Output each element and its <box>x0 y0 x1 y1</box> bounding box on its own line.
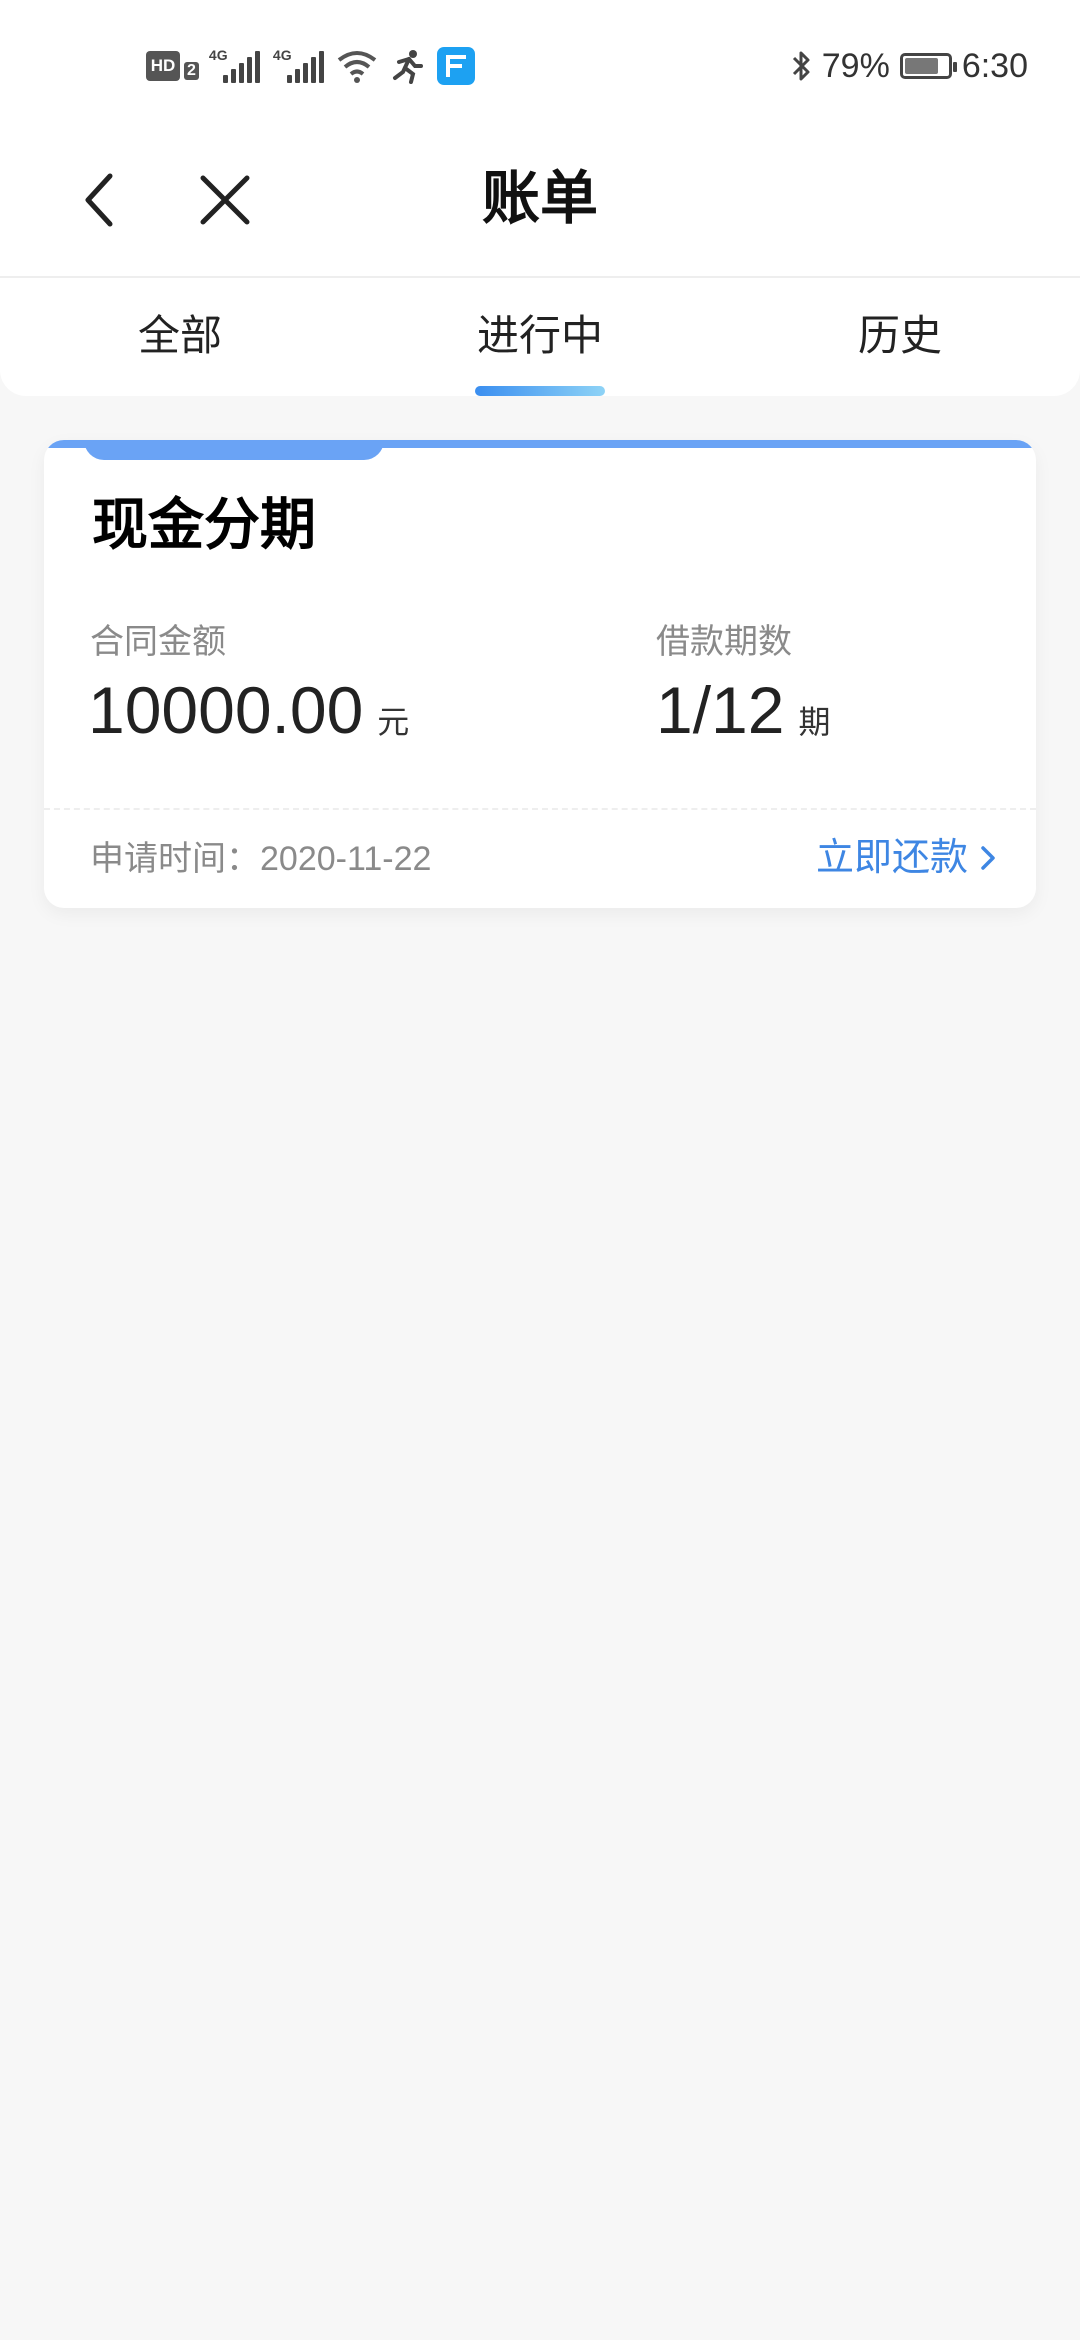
repay-now-button[interactable]: 立即还款 <box>816 832 998 884</box>
tab-all[interactable]: 全部 <box>80 306 280 366</box>
loan-term-value: 1/12 期 <box>656 670 830 762</box>
signal-icon: 4G <box>272 47 327 83</box>
bill-card[interactable]: 现金分期 合同金额 10000.00 元 借款期数 1/12 期 申请时间：2020… <box>44 440 1036 908</box>
status-right-group: 79% 6:30 <box>790 44 1028 88</box>
bluetooth-icon <box>792 51 810 81</box>
tab-in-progress[interactable]: 进行中 <box>440 306 640 366</box>
network-type-label: 4G <box>208 47 228 63</box>
signal-icon: 4G <box>208 47 263 83</box>
card-divider <box>44 808 1036 810</box>
repay-now-label: 立即还款 <box>815 837 968 879</box>
battery-level <box>904 58 938 74</box>
card-accent-tab <box>84 440 384 460</box>
hd-sub-label: 2 <box>184 62 199 80</box>
running-icon <box>392 50 423 84</box>
apply-date: 申请时间：2020-11-22 <box>90 840 432 878</box>
loan-term-label: 借款期数 <box>656 623 792 661</box>
tab-history[interactable]: 历史 <box>800 306 1000 366</box>
amount-number: 10000.00 <box>88 673 364 747</box>
status-bar: HD 2 4G 4G 79% 6:30 <box>0 0 1080 132</box>
wifi-icon <box>337 51 377 83</box>
page-title: 账单 <box>481 166 598 231</box>
battery-percent: 79% <box>821 46 890 85</box>
term-unit: 期 <box>798 704 831 740</box>
app-header: 账单 <box>0 132 1080 278</box>
contract-amount-value: 10000.00 元 <box>88 670 409 762</box>
amount-unit: 元 <box>377 704 410 740</box>
chevron-right-icon <box>981 846 995 870</box>
hd-icon: HD <box>146 51 180 81</box>
active-tab-indicator <box>475 386 605 396</box>
app-notification-icon <box>436 47 475 85</box>
card-title: 现金分期 <box>92 493 316 556</box>
term-number: 1/12 <box>656 673 785 747</box>
network-type-label: 4G <box>272 47 292 63</box>
tab-bar: 全部 进行中 历史 <box>0 278 1080 396</box>
contract-amount-label: 合同金额 <box>90 623 226 661</box>
clock: 6:30 <box>961 46 1028 85</box>
status-left-group: HD 2 4G 4G <box>146 46 475 86</box>
battery-icon <box>899 53 957 79</box>
